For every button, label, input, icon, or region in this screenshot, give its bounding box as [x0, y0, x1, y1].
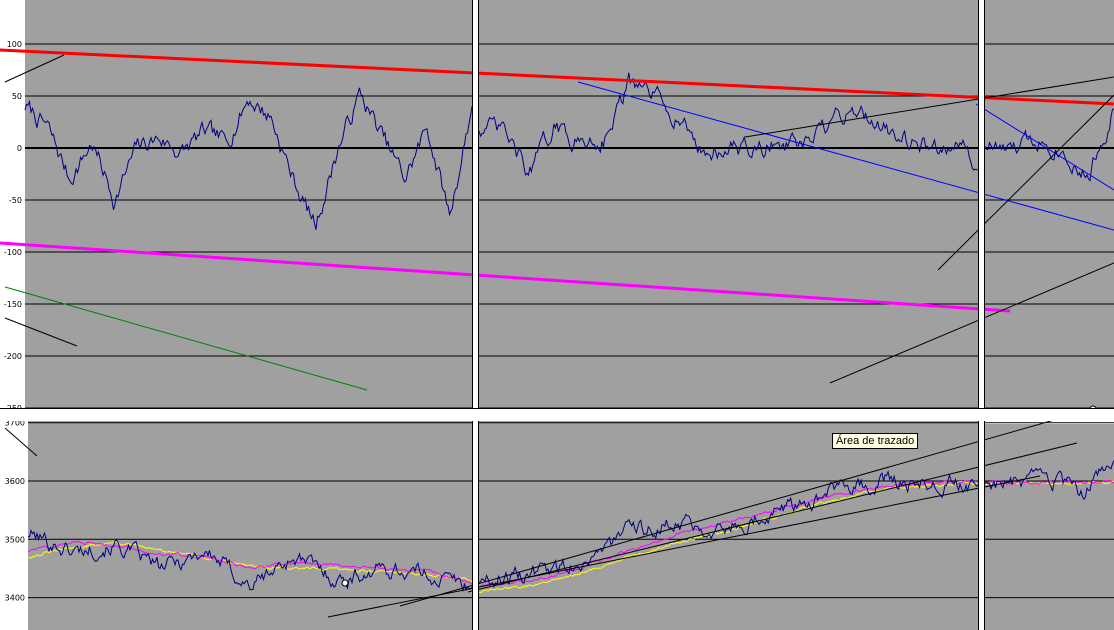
plot-area-tooltip: Área de trazado: [832, 433, 919, 449]
y-tick-label: -150: [4, 300, 22, 309]
trendline-handle-2[interactable]: [341, 579, 349, 587]
y-tick-label: -200: [4, 352, 22, 361]
separator-vertical-1[interactable]: [472, 0, 479, 630]
y-tick-label: 3400: [5, 594, 25, 603]
chart-canvas: 100500-50-100-150-200-250 37003600350034…: [0, 0, 1114, 630]
y-tick-label: 3500: [5, 535, 25, 544]
y-tick-label: -100: [4, 248, 22, 257]
y-tick-label: -50: [9, 196, 22, 205]
separator-vertical-2[interactable]: [978, 0, 985, 630]
price-y-axis: 3700360035003400: [5, 419, 25, 603]
y-tick-label: 100: [7, 40, 22, 49]
y-tick-label: 50: [12, 92, 22, 101]
y-tick-label: 0: [17, 144, 22, 153]
separator-horizontal[interactable]: [0, 408, 1114, 421]
price-plot-area-3[interactable]: [985, 424, 1114, 630]
price-plot-area-2[interactable]: [475, 421, 978, 630]
price-plot-area-1[interactable]: [28, 421, 472, 630]
oscillator-panel: 100500-50-100-150-200-250: [4, 0, 1114, 413]
oscillator-plot-area-2[interactable]: [479, 0, 978, 408]
oscillator-y-axis: 100500-50-100-150-200-250: [4, 40, 22, 413]
y-tick-label: 3600: [5, 477, 25, 486]
